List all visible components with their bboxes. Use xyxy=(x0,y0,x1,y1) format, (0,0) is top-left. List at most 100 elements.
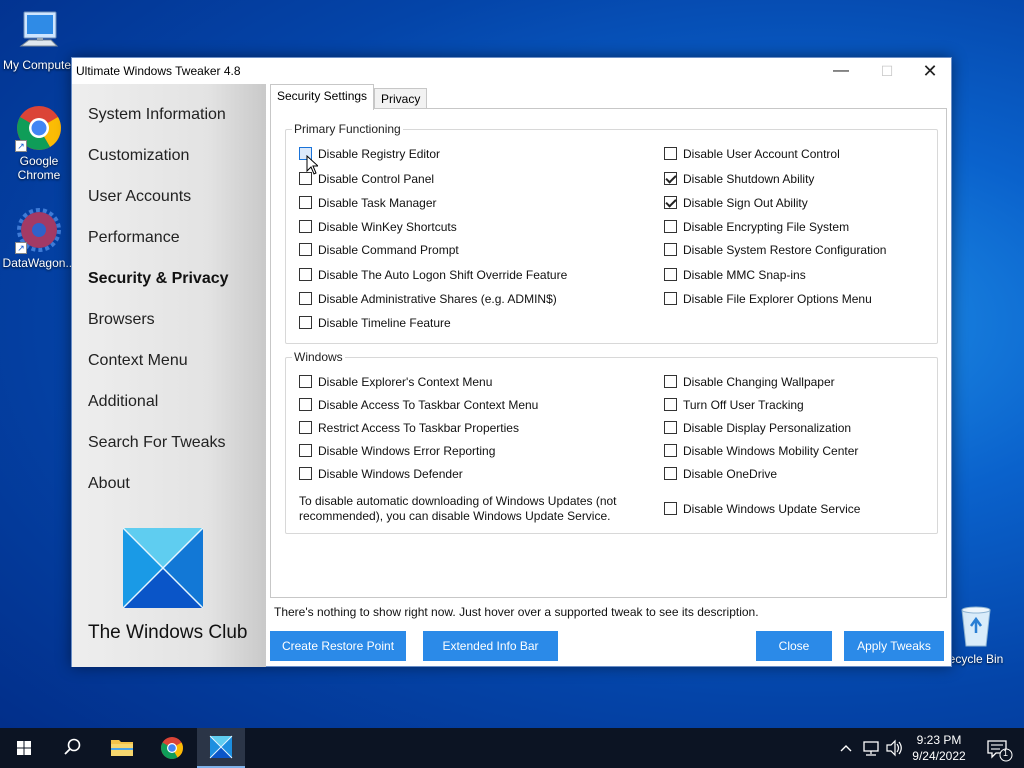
checkbox-label: Disable Sign Out Ability xyxy=(683,196,808,210)
taskbar-file-explorer[interactable] xyxy=(98,728,146,768)
create-restore-point-button[interactable]: Create Restore Point xyxy=(270,631,406,661)
checkbox-box[interactable] xyxy=(299,421,312,434)
sidebar-item-user-accounts[interactable]: User Accounts xyxy=(88,188,191,206)
checkbox-label: Disable The Auto Logon Shift Override Fe… xyxy=(318,268,568,282)
search-icon xyxy=(64,738,81,755)
show-hidden-icons-button[interactable] xyxy=(836,728,856,768)
taskbar-ultimate-windows-tweaker[interactable] xyxy=(197,728,245,768)
checkbox-label: Disable Timeline Feature xyxy=(318,316,451,330)
checkbox-box[interactable] xyxy=(664,268,677,281)
checkbox-label: Disable Encrypting File System xyxy=(683,220,850,234)
checkbox-label: Disable Changing Wallpaper xyxy=(683,375,835,389)
group-primary-functioning: Primary Functioning Disable Registry Edi… xyxy=(285,122,938,344)
extended-info-bar-button[interactable]: Extended Info Bar xyxy=(423,631,558,661)
checkbox-box[interactable] xyxy=(299,444,312,457)
checkbox-box[interactable] xyxy=(299,268,312,281)
checkbox-label: Disable Task Manager xyxy=(318,196,437,210)
recycle-bin-icon xyxy=(961,606,991,647)
desktop-icon-my-computer[interactable]: My Computer xyxy=(0,8,78,72)
maximize-button[interactable]: ☐ xyxy=(864,58,910,84)
twc-app-icon xyxy=(209,735,233,759)
clock-date: 9/24/2022 xyxy=(912,749,966,763)
desktop-icon-google-chrome[interactable]: ↗ Google Chrome xyxy=(0,104,78,182)
sidebar: System Information Customization User Ac… xyxy=(72,84,266,667)
checkbox-box[interactable] xyxy=(299,196,312,209)
checkbox-box[interactable] xyxy=(664,292,677,305)
checkbox-box[interactable] xyxy=(299,292,312,305)
sidebar-item-browsers[interactable]: Browsers xyxy=(88,311,155,329)
close-window-button[interactable]: ✕ xyxy=(907,58,953,84)
checkbox-box[interactable] xyxy=(664,220,677,233)
sidebar-item-security-privacy[interactable]: Security & Privacy xyxy=(88,270,229,288)
sidebar-item-performance[interactable]: Performance xyxy=(88,229,180,247)
checkbox-box[interactable] xyxy=(664,398,677,411)
sidebar-item-additional[interactable]: Additional xyxy=(88,393,158,411)
checkbox-box[interactable] xyxy=(299,220,312,233)
checkbox-box[interactable] xyxy=(299,467,312,480)
folder-icon xyxy=(111,740,133,756)
taskbar: 9:23 PM 9/24/2022 1 xyxy=(0,728,1024,768)
checkbox-box[interactable] xyxy=(299,398,312,411)
volume-tray-button[interactable] xyxy=(884,728,904,768)
checkbox-label: Disable Explorer's Context Menu xyxy=(318,375,493,389)
chrome-icon xyxy=(161,737,183,759)
checkbox-box[interactable] xyxy=(299,375,312,388)
checkbox-label: Disable Windows Defender xyxy=(318,467,463,481)
checkbox-label: Disable WinKey Shortcuts xyxy=(318,220,457,234)
desktop-icon-label: My Computer xyxy=(2,58,76,72)
checkbox-box-checked[interactable] xyxy=(664,172,677,185)
desktop-icon-datawagon[interactable]: ↗ DataWagon... xyxy=(0,206,78,270)
tab-security-settings[interactable]: Security Settings xyxy=(270,84,375,110)
group-title: Primary Functioning xyxy=(292,122,403,136)
notification-icon xyxy=(987,740,1013,762)
sidebar-item-search-for-tweaks[interactable]: Search For Tweaks xyxy=(88,434,226,452)
checkbox-label: Disable Display Personalization xyxy=(683,421,852,435)
checkbox-box[interactable] xyxy=(664,147,677,160)
checkbox-box[interactable] xyxy=(664,375,677,388)
tab-panel: Primary Functioning Disable Registry Edi… xyxy=(270,108,947,598)
windows-club-logo-icon xyxy=(123,528,203,608)
checkbox-label: Disable Command Prompt xyxy=(318,243,459,257)
sidebar-item-about[interactable]: About xyxy=(88,475,130,493)
checkbox-label: Disable Administrative Shares (e.g. ADMI… xyxy=(318,292,557,306)
checkbox-label: Disable Windows Mobility Center xyxy=(683,444,859,458)
speaker-icon xyxy=(886,739,902,757)
desktop-icon-label: DataWagon... xyxy=(2,256,76,270)
apply-tweaks-button[interactable]: Apply Tweaks xyxy=(844,631,944,661)
checkbox-box[interactable] xyxy=(299,316,312,329)
tab-privacy[interactable]: Privacy xyxy=(374,88,428,109)
sidebar-item-customization[interactable]: Customization xyxy=(88,147,189,165)
checkbox-label: Disable Windows Update Service xyxy=(683,502,861,516)
chevron-up-icon xyxy=(840,745,852,752)
sidebar-item-context-menu[interactable]: Context Menu xyxy=(88,352,188,370)
network-tray-button[interactable] xyxy=(860,728,882,768)
checkbox-label: Disable Control Panel xyxy=(318,172,435,186)
checkbox-box-checked[interactable] xyxy=(664,196,677,209)
checkbox-label: Disable Access To Taskbar Context Menu xyxy=(318,398,539,412)
taskbar-clock[interactable]: 9:23 PM 9/24/2022 xyxy=(906,732,972,764)
note-line: recommended), you can disable Windows Up… xyxy=(299,509,611,523)
checkbox-label: Disable System Restore Configuration xyxy=(683,243,887,257)
action-center-button[interactable]: 1 xyxy=(978,728,1018,768)
shortcut-arrow-icon: ↗ xyxy=(15,242,27,254)
search-button[interactable] xyxy=(48,728,96,768)
checkbox-box[interactable] xyxy=(664,444,677,457)
group-windows: Windows Disable Explorer's Context Menu … xyxy=(285,350,938,534)
checkbox-box[interactable] xyxy=(664,502,677,515)
checkbox-box[interactable] xyxy=(664,467,677,480)
notification-count-badge: 1 xyxy=(1003,748,1009,758)
checkbox-box[interactable] xyxy=(299,243,312,256)
checkbox-box[interactable] xyxy=(664,421,677,434)
start-button[interactable] xyxy=(0,728,48,768)
datawagon-gear-icon: ↗ xyxy=(15,206,63,254)
minimize-button[interactable]: — xyxy=(818,58,864,84)
taskbar-chrome[interactable] xyxy=(148,728,196,768)
checkbox-label: Disable Windows Error Reporting xyxy=(318,444,496,458)
close-button[interactable]: Close xyxy=(756,631,832,661)
checkbox-box[interactable] xyxy=(664,243,677,256)
windows-start-icon xyxy=(17,741,31,755)
sidebar-item-system-information[interactable]: System Information xyxy=(88,106,226,124)
checkbox-label: Disable Shutdown Ability xyxy=(683,172,815,186)
title-bar[interactable]: Ultimate Windows Tweaker 4.8 — ☐ ✕ xyxy=(72,58,951,84)
checkbox-label: Disable User Account Control xyxy=(683,147,840,161)
